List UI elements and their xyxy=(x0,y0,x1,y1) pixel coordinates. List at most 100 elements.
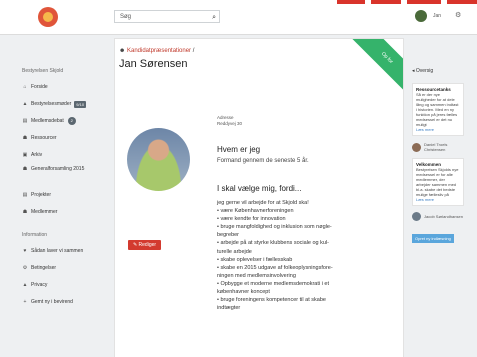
people-icon: ☗ xyxy=(22,135,28,141)
pitch-line: • bruge mangfoldighed og inklusion som n… xyxy=(217,224,332,231)
arrow-icon: ◂ xyxy=(412,68,415,74)
info-item-betingelser[interactable]: ⚙ Betingelser xyxy=(22,262,110,274)
user-name[interactable]: Jan xyxy=(433,13,441,19)
pitch-line: turelle arbejde xyxy=(217,248,252,255)
plus-icon: + xyxy=(23,299,27,305)
settings-gear-icon[interactable]: ⚙ xyxy=(455,11,461,19)
overview-link[interactable]: ◂ Oversig xyxy=(412,68,464,74)
user-avatar[interactable] xyxy=(415,10,427,22)
info-item-label: Privacy xyxy=(31,282,48,288)
people-icon: ☗ xyxy=(22,209,28,215)
user-entry-name: Daniel Troels Christensen xyxy=(424,142,448,152)
profile-card: ☻ Kandidatpræsentationer / Jan Sørensen … xyxy=(114,38,404,357)
user-entry[interactable]: Jacob Sørlandhansen xyxy=(412,212,464,221)
sidebar-item-label: Forside xyxy=(31,84,48,90)
create-post-button[interactable]: Opret ny indlæsning xyxy=(412,234,454,243)
sidebar-item-label: Projekter xyxy=(31,192,52,198)
pitch-line: begreber xyxy=(217,232,240,239)
chat-icon: ▤ xyxy=(22,118,28,124)
sidebar-item-forside[interactable]: ⌂ Forside xyxy=(22,81,110,93)
pitch-line: københavner koncept xyxy=(217,289,270,296)
pitch-line: • skabe en 2015 udgave af folkeoplysning… xyxy=(217,264,333,271)
news-card: Ressourcetanks Så er der nye muligheder … xyxy=(412,83,464,136)
address-meta: Adresse Reddyvej 30 xyxy=(217,115,242,127)
pitch-line: indtægter xyxy=(217,305,241,312)
address-value: Reddyvej 30 xyxy=(217,121,243,126)
edit-button[interactable]: ✎ Rediger xyxy=(128,240,161,250)
search-input[interactable]: Søg ⌕ xyxy=(114,10,220,23)
gear-icon: ⚙ xyxy=(22,265,28,271)
info-item-gemt[interactable]: + Gemt ny i bevirend xyxy=(22,296,110,308)
avatar xyxy=(412,212,421,221)
sidebar-item-label: Bestyrelsesmøder xyxy=(31,101,72,107)
pitch-line: • arbejde på at styrke klubbens sociale … xyxy=(217,240,329,247)
sidebar-item-bestyrelsesmoder[interactable]: ▲ Bestyrelsesmøder 9/10 xyxy=(22,98,110,110)
search-icon[interactable]: ⌕ xyxy=(212,11,216,24)
sidebar-item-medlemsdebat[interactable]: ▤ Medlemsdebat 2 xyxy=(22,115,110,127)
welcome-text: Bestyrelsen Skjolds nye medsessel er for… xyxy=(416,167,459,197)
archive-icon: ▣ xyxy=(22,152,28,158)
sidebar-item-label: Medlemsdebat xyxy=(31,118,64,124)
pitch-line: • skabe oplevelser i fællesskab xyxy=(217,256,293,263)
header-accent xyxy=(337,0,477,4)
news-text: Så er der nye muligheder for at dele lån… xyxy=(416,92,459,127)
info-item-privacy[interactable]: ▲ Privacy xyxy=(22,279,110,291)
search-placeholder: Søg xyxy=(120,14,132,20)
sidebar-heading: Bestyrelsen Skjold xyxy=(22,68,64,74)
top-bar: Søg ⌕ Jan ⚙ xyxy=(0,0,477,35)
read-more-link[interactable]: Læs mere xyxy=(416,197,434,202)
create-post-label: Opret ny indlæsning xyxy=(415,236,451,241)
sidebar-item-label: Ressourcer xyxy=(31,135,57,141)
logo-icon[interactable] xyxy=(38,7,58,27)
heart-icon: ♥ xyxy=(23,248,27,254)
section-heading-why: I skal vælge mig, fordi... xyxy=(217,184,302,193)
count-badge: 2 xyxy=(67,117,76,125)
user-entry-name: Jacob Sørlandhansen xyxy=(424,214,463,219)
page-title: Jan Sørensen xyxy=(119,58,188,70)
pitch-line: • bruge foreningens kompetencer til at s… xyxy=(217,297,326,304)
count-badge: 9/10 xyxy=(74,100,87,108)
welcome-card: Velkommen Bestyrelsen Skjolds nye medses… xyxy=(412,158,464,206)
sidebar-item-projekter[interactable]: ▤ Projekter xyxy=(22,189,110,201)
pitch-line: • Opbygge et moderne medlemsdemokrati i … xyxy=(217,280,329,287)
breadcrumb-link[interactable]: Kandidatpræsentationer xyxy=(127,48,191,54)
breadcrumb-separator: / xyxy=(192,48,195,54)
sidebar-item-label: Generalforsamling 2015 xyxy=(31,166,85,172)
info-item-sadan[interactable]: ♥ Sådan laver vi sammen xyxy=(22,245,110,257)
info-item-label: Sådan laver vi sammen xyxy=(31,248,84,254)
sidebar-item-arkiv[interactable]: ▣ Arkiv xyxy=(22,149,110,161)
edit-button-label: Rediger xyxy=(138,242,157,248)
person-icon: ☻ xyxy=(119,48,126,54)
profile-photo xyxy=(127,128,190,191)
user-entry[interactable]: Daniel Troels Christensen xyxy=(412,142,464,152)
file-icon: ▲ xyxy=(22,101,28,107)
read-more-link[interactable]: Læs mere xyxy=(416,127,434,132)
info-item-label: Gemt ny i bevirend xyxy=(31,299,73,305)
home-icon: ⌂ xyxy=(23,84,27,90)
pitch-line: ningen med medlemsinvolvering xyxy=(217,272,296,279)
lock-icon: ▲ xyxy=(22,282,28,288)
edit-icon: ✎ xyxy=(132,242,138,248)
pitch-line: jeg gerne vil arbejde for at Skjold ska! xyxy=(217,200,309,206)
sidebar: Bestyrelsen Skjold ⌂ Forside ▲ Bestyrels… xyxy=(22,68,110,313)
status-ribbon: Op for xyxy=(352,39,403,93)
pitch-line: • være Københavnerforeningen xyxy=(217,208,294,215)
sidebar-item-label: Arkiv xyxy=(31,152,43,158)
section-subtext: Formand gennem de seneste 5 år. xyxy=(217,158,309,164)
sidebar-item-ressourcer[interactable]: ☗ Ressourcer xyxy=(22,132,110,144)
right-panel: ◂ Oversig Ressourcetanks Så er der nye m… xyxy=(412,68,464,245)
sidebar-item-medlemmer[interactable]: ☗ Medlemmer xyxy=(22,206,110,218)
people-icon: ☗ xyxy=(22,166,28,172)
avatar xyxy=(412,142,421,152)
ribbon-label: Op for xyxy=(379,50,395,66)
sidebar-item-label: Medlemmer xyxy=(31,209,58,215)
overview-label: Oversig xyxy=(415,68,434,74)
pitch-text: jeg gerne vil arbejde for at Skjold ska!… xyxy=(217,199,397,312)
folder-icon: ▤ xyxy=(22,192,28,198)
section-heading-who: Hvem er jeg xyxy=(217,145,261,154)
info-item-label: Betingelser xyxy=(31,265,57,271)
info-heading: Information xyxy=(22,232,48,238)
pitch-line: • være kendte for innovation xyxy=(217,216,286,223)
sidebar-item-generalforsamling[interactable]: ☗ Generalforsamling 2015 xyxy=(22,166,110,184)
breadcrumb: ☻ Kandidatpræsentationer / xyxy=(119,48,194,54)
